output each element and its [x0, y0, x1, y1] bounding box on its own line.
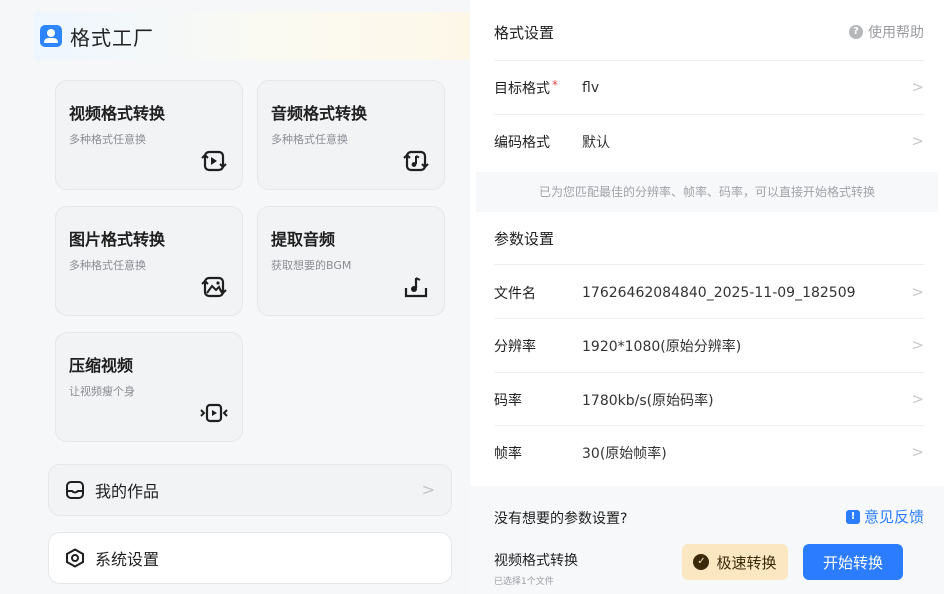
card-subtitle: 获取想要的BGM [271, 259, 352, 272]
format-settings-title: 格式设置 [494, 24, 555, 42]
card-subtitle: 多种格式任意换 [271, 133, 348, 146]
codec-label: 编码格式 [494, 135, 550, 151]
card-subtitle: 多种格式任意换 [69, 133, 146, 146]
divider [494, 264, 924, 265]
my-works-button[interactable]: 我的作品 > [48, 464, 452, 516]
image-convert-icon [201, 276, 227, 298]
card-title: 图片格式转换 [69, 230, 166, 249]
required-mark: * [552, 78, 558, 92]
card-subtitle: 多种格式任意换 [69, 259, 146, 272]
chevron-right-icon: > [911, 390, 924, 408]
param-value: 30(原始帧率) [582, 446, 667, 462]
divider [494, 318, 924, 319]
card-title: 视频格式转换 [69, 104, 166, 123]
card-title: 提取音频 [271, 230, 336, 249]
app-title: 格式工厂 [70, 25, 154, 50]
help-label: 使用帮助 [868, 25, 924, 41]
param-settings-title: 参数设置 [494, 230, 555, 248]
left-pane: 格式工厂 视频格式转换 多种格式任意换 音频格式转换 多种格式任意换 图片格式转… [0, 0, 470, 594]
param-label: 帧率 [494, 446, 522, 462]
param-label: 码率 [494, 393, 522, 409]
divider [494, 114, 924, 115]
param-value: 17626462084840_2025-11-09_182509 [582, 285, 856, 301]
card-audio-convert[interactable]: 音频格式转换 多种格式任意换 [257, 80, 445, 190]
app-header: 格式工厂 [34, 12, 470, 60]
target-format-label-text: 目标格式 [494, 81, 550, 97]
param-value: 1920*1080(原始分辨率) [582, 339, 742, 355]
card-compress-video[interactable]: 压缩视频 让视频瘦个身 [55, 332, 243, 442]
feedback-label: 意见反馈 [863, 508, 924, 526]
target-format-value: flv [582, 80, 600, 96]
divider [494, 425, 924, 426]
chevron-right-icon: > [911, 336, 924, 354]
audio-convert-icon [403, 150, 429, 172]
footer-bar: 没有想要的参数设置? ! 意见反馈 视频格式转换 已选择1个文件 ✓ 极速转换 … [470, 486, 944, 594]
framerate-row[interactable]: 帧率 30(原始帧率) > [494, 441, 926, 465]
feedback-link[interactable]: ! 意见反馈 [845, 506, 924, 527]
system-settings-label: 系统设置 [95, 550, 160, 569]
card-video-convert[interactable]: 视频格式转换 多种格式任意换 [55, 80, 243, 190]
video-convert-icon [201, 150, 227, 172]
check-icon: ✓ [693, 554, 710, 570]
fast-convert-button[interactable]: ✓ 极速转换 [682, 544, 788, 580]
divider [494, 372, 924, 373]
card-subtitle: 让视频瘦个身 [69, 385, 135, 398]
help-icon: ? [849, 25, 863, 39]
chevron-right-icon: > [911, 132, 924, 150]
inbox-icon [66, 481, 84, 499]
app-window: 格式工厂 视频格式转换 多种格式任意换 音频格式转换 多种格式任意换 图片格式转… [0, 0, 944, 594]
bitrate-row[interactable]: 码率 1780kb/s(原始码率) > [494, 388, 926, 412]
codec-value: 默认 [582, 135, 610, 151]
start-convert-button[interactable]: 开始转换 [803, 544, 903, 580]
chevron-right-icon: > [911, 443, 924, 461]
card-title: 音频格式转换 [271, 104, 368, 123]
no-params-question: 没有想要的参数设置? [494, 511, 628, 527]
resolution-row[interactable]: 分辨率 1920*1080(原始分辨率) > [494, 334, 926, 358]
my-works-label: 我的作品 [95, 482, 160, 501]
settings-icon [66, 548, 84, 568]
extract-audio-icon [404, 277, 428, 298]
feedback-icon: ! [845, 509, 860, 524]
chevron-right-icon: > [911, 78, 924, 96]
param-label: 文件名 [494, 286, 536, 302]
card-title: 压缩视频 [69, 356, 134, 375]
match-hint: 已为您匹配最佳的分辨率、帧率、码率，可以直接开始格式转换 [476, 172, 938, 212]
chevron-right-icon: > [421, 480, 435, 499]
filename-row[interactable]: 文件名 17626462084840_2025-11-09_182509 > [494, 281, 926, 305]
target-format-label: 目标格式 * [494, 78, 582, 98]
target-format-row[interactable]: 目标格式 * flv > [494, 76, 926, 100]
task-title: 视频格式转换 [494, 553, 578, 569]
param-label: 分辨率 [494, 339, 536, 355]
compress-video-icon [200, 403, 228, 423]
card-extract-audio[interactable]: 提取音频 获取想要的BGM [257, 206, 445, 316]
fast-convert-label: 极速转换 [716, 553, 777, 572]
chevron-right-icon: > [911, 283, 924, 301]
codec-row[interactable]: 编码格式 默认 > [494, 130, 926, 154]
divider [494, 60, 924, 61]
help-link[interactable]: ? 使用帮助 [849, 22, 924, 42]
card-image-convert[interactable]: 图片格式转换 多种格式任意换 [55, 206, 243, 316]
app-logo-icon [40, 25, 62, 47]
param-value: 1780kb/s(原始码率) [582, 393, 714, 409]
system-settings-button[interactable]: 系统设置 [48, 532, 452, 584]
selected-count: 已选择1个文件 [494, 577, 554, 587]
start-convert-label: 开始转换 [822, 553, 883, 572]
